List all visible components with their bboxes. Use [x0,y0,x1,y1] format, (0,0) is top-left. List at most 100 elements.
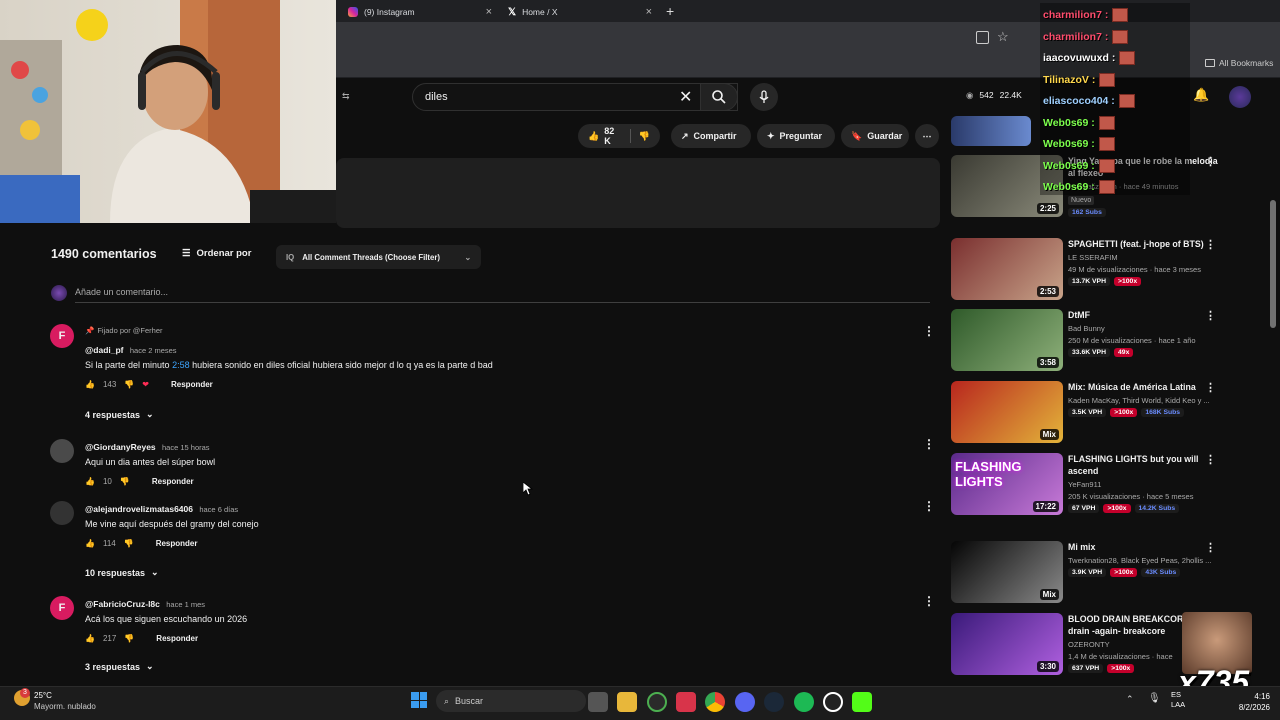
replies-toggle[interactable]: 4 respuestas ⌄ [85,409,154,420]
comment-filter-dropdown[interactable]: IQ All Comment Threads (Choose Filter) ⌄ [276,245,481,269]
thumbs-down-icon[interactable]: 👎 [124,539,134,548]
file-explorer-icon[interactable] [617,692,637,712]
new-tab-button[interactable]: + [666,3,674,19]
comment-time[interactable]: hace 15 horas [162,443,210,452]
video-thumbnail[interactable]: 3:58 [951,309,1063,371]
replies-toggle[interactable]: 10 respuestas ⌄ [85,567,159,578]
thumbs-down-icon[interactable]: 👎 [124,380,134,389]
more-actions-button[interactable]: ⋯ [915,124,939,148]
language-indicator[interactable]: ES LAA [1171,690,1185,710]
weather-temp[interactable]: 25°C [34,691,52,700]
close-icon[interactable]: × [646,6,652,18]
weather-description[interactable]: Mayorm. nublado [34,702,96,711]
search-button[interactable] [700,83,738,111]
reply-button[interactable]: Responder [156,539,198,548]
avatar[interactable]: F [50,324,74,348]
reply-button[interactable]: Responder [152,477,194,486]
taskbar-clock[interactable]: 4:16 8/2/2026 [1212,691,1270,713]
app-icon[interactable] [676,692,696,712]
comment-author[interactable]: @GiordanyReyes [85,442,156,452]
sort-button[interactable]: ☰ Ordenar por [182,248,251,259]
close-icon[interactable]: × [486,6,492,18]
thumbs-up-icon[interactable]: 👍 [588,131,599,142]
share-button[interactable]: ↗ Compartir [671,124,751,148]
comment-time[interactable]: hace 2 meses [130,346,177,355]
channel-name[interactable]: YeFan911 [1068,480,1218,489]
spotify-icon[interactable] [794,692,814,712]
sidebar-video[interactable]: FLASHING LIGHTS 17:22 FLASHING LIGHTS but … [951,453,1226,515]
thumbs-down-icon[interactable]: 👎 [124,634,134,643]
discord-icon[interactable] [735,692,755,712]
thumbs-up-icon[interactable]: 👍 [85,634,95,643]
video-title[interactable]: Mix: Música de América Latina [1068,381,1218,393]
video-menu-icon[interactable]: ⋮ [1205,541,1216,554]
video-menu-icon[interactable]: ⋮ [1205,453,1216,466]
sidebar-video[interactable]: 3:58 DtMF Bad Bunny 250 M de visualizacione… [951,309,1226,371]
video-thumbnail[interactable]: FLASHING LIGHTS 17:22 [951,453,1063,515]
sidebar-video[interactable]: Mix Mi mix Twerknation28, Black Eyed Peas,… [951,541,1226,603]
obs-icon[interactable] [823,692,843,712]
sidebar-video[interactable]: 2:53 SPAGHETTI (feat. j-hope of BTS) LE SS… [951,238,1226,300]
add-comment-input[interactable]: Añade un comentario... [75,287,168,297]
comment-time[interactable]: hace 6 días [199,505,238,514]
comment-menu-icon[interactable]: ⋮ [923,499,935,513]
thumbs-down-icon[interactable]: 👎 [120,477,130,486]
avatar[interactable]: F [50,596,74,620]
ask-button[interactable]: ✦ Preguntar [757,124,835,148]
all-bookmarks[interactable]: All Bookmarks [1205,58,1273,68]
reply-button[interactable]: Responder [156,634,198,643]
channel-name[interactable]: Twerknation28, Black Eyed Peas, 2hollis … [1068,556,1218,565]
notifications-bell-icon[interactable]: 🔔 [1193,87,1209,103]
comment-author[interactable]: @dadi_pf [85,345,124,355]
taskbar-search[interactable]: ⌕ Buscar [436,690,586,712]
avatar[interactable] [50,439,74,463]
kick-icon[interactable] [852,692,872,712]
channel-name[interactable]: LE SSERAFIM [1068,253,1218,262]
video-menu-icon[interactable]: ⋮ [1205,381,1216,394]
tab-x-home[interactable]: 𝕏 Home / X × [500,2,660,22]
clear-search-icon[interactable]: ✕ [679,87,692,107]
channel-name[interactable]: Kaden MacKay, Third World, Kidd Keo y ..… [1068,396,1218,405]
video-thumbnail[interactable]: Mix [951,541,1063,603]
avatar[interactable] [50,501,74,525]
chrome-icon[interactable] [705,692,725,712]
video-thumbnail[interactable]: 3:30 [951,613,1063,675]
channel-name[interactable]: Bad Bunny [1068,324,1218,333]
profile-avatar[interactable] [1229,86,1251,108]
microphone-icon[interactable]: 🎙 [1148,693,1161,704]
star-icon[interactable]: ☆ [997,29,1009,45]
comment-author[interactable]: @alejandrovelizmatas6406 [85,504,193,514]
sidebar-video[interactable]: Mix Mix: Música de América Latina Kaden Ma… [951,381,1226,443]
comment-author[interactable]: @FabricioCruz-l8c [85,599,160,609]
video-menu-icon[interactable]: ⋮ [1205,238,1216,251]
timestamp-link[interactable]: 2:58 [172,360,190,370]
xbox-icon[interactable] [647,692,667,712]
save-button[interactable]: 🔖 Guardar [841,124,909,148]
filter-icon[interactable]: ⇆ [342,91,350,102]
reply-button[interactable]: Responder [171,380,213,389]
replies-toggle[interactable]: 3 respuestas ⌄ [85,661,154,672]
thumbs-up-icon[interactable]: 👍 [85,539,95,548]
video-thumbnail-partial[interactable] [951,116,1031,146]
video-menu-icon[interactable]: ⋮ [1205,309,1216,322]
description-box[interactable] [336,158,940,228]
install-icon[interactable] [976,31,989,44]
comment-time[interactable]: hace 1 mes [166,600,205,609]
comment-menu-icon[interactable]: ⋮ [923,324,935,338]
video-menu-icon[interactable]: ⋮ [1205,155,1216,168]
like-count[interactable]: 82 K [604,126,622,146]
comment-menu-icon[interactable]: ⋮ [923,594,935,608]
video-title[interactable]: SPAGHETTI (feat. j-hope of BTS) [1068,238,1218,250]
thumbs-down-icon[interactable]: 👎 [639,131,650,142]
task-view-icon[interactable] [588,692,608,712]
video-thumbnail[interactable]: 2:53 [951,238,1063,300]
comment-menu-icon[interactable]: ⋮ [923,437,935,451]
windows-start-icon[interactable] [411,692,427,708]
steam-icon[interactable] [764,692,784,712]
video-thumbnail[interactable]: Mix [951,381,1063,443]
tab-instagram[interactable]: (9) Instagram × [340,2,500,22]
video-title[interactable]: Mi mix [1068,541,1218,553]
voice-search-button[interactable] [750,83,778,111]
video-title[interactable]: FLASHING LIGHTS but you will ascend [1068,453,1218,477]
chevron-up-icon[interactable]: ⌃ [1126,694,1134,705]
